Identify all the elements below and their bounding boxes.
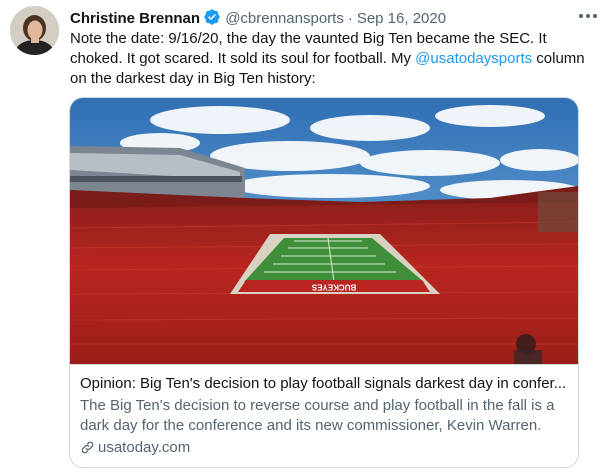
endzone-text: BUCKEYES — [311, 283, 356, 292]
link-icon — [80, 440, 95, 461]
card-title[interactable]: Opinion: Big Ten's decision to play foot… — [80, 374, 570, 394]
author-name[interactable]: Christine Brennan — [70, 10, 200, 27]
more-options-icon[interactable] — [575, 6, 601, 26]
author-handle[interactable]: @cbrennansports — [225, 10, 344, 27]
card-domain-text: usatoday.com — [98, 439, 191, 456]
card-description: The Big Ten's decision to reverse course… — [80, 397, 555, 434]
tweet-text: Note the date: 9/16/20, the day the vaun… — [70, 29, 600, 89]
tweet-header: Christine Brennan @cbrennansports · Sep 16… — [70, 8, 603, 28]
mention-link[interactable]: @usatodaysports — [415, 50, 532, 67]
tweet-date[interactable]: Sep 16, 2020 — [357, 10, 446, 27]
avatar[interactable] — [10, 6, 59, 55]
avatar-image — [10, 6, 59, 55]
card-domain: usatoday.com — [80, 438, 190, 461]
card-body[interactable]: Opinion: Big Ten's decision to play foot… — [70, 364, 578, 467]
card-image[interactable]: BUCKEYES — [70, 98, 578, 364]
header-separator: · — [347, 10, 353, 27]
tweet[interactable]: Christine Brennan @cbrennansports · Sep 16… — [0, 0, 613, 473]
link-card[interactable]: BUCKEYES Opinion: Big Ten's decision to … — [69, 97, 579, 468]
